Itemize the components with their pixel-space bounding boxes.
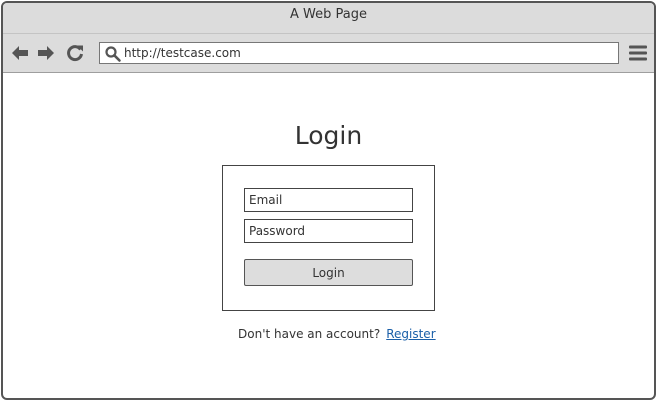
window-title: A Web Page: [290, 7, 367, 22]
email-field[interactable]: [244, 188, 413, 212]
forward-arrow-icon[interactable]: [36, 43, 56, 63]
search-icon: [104, 45, 122, 63]
register-prompt: Don't have an account? Register: [238, 327, 436, 341]
no-account-text: Don't have an account?: [238, 327, 381, 341]
login-button[interactable]: Login: [244, 259, 413, 286]
register-link[interactable]: Register: [386, 327, 435, 341]
page-title: Login: [294, 121, 363, 150]
password-field[interactable]: [244, 219, 413, 243]
window-titlebar: A Web Page: [3, 3, 654, 34]
back-arrow-icon[interactable]: [10, 43, 30, 63]
url-input[interactable]: [124, 44, 604, 62]
login-form: Login: [222, 165, 435, 311]
address-bar[interactable]: [99, 42, 619, 64]
hamburger-menu-icon[interactable]: [629, 44, 647, 62]
browser-window: A Web Page http://testcase.com Login Ema…: [1, 1, 656, 400]
page-content: Login Login Don't have an account? Regist…: [3, 73, 654, 398]
reload-icon[interactable]: [65, 43, 85, 63]
browser-toolbar: [3, 34, 654, 73]
